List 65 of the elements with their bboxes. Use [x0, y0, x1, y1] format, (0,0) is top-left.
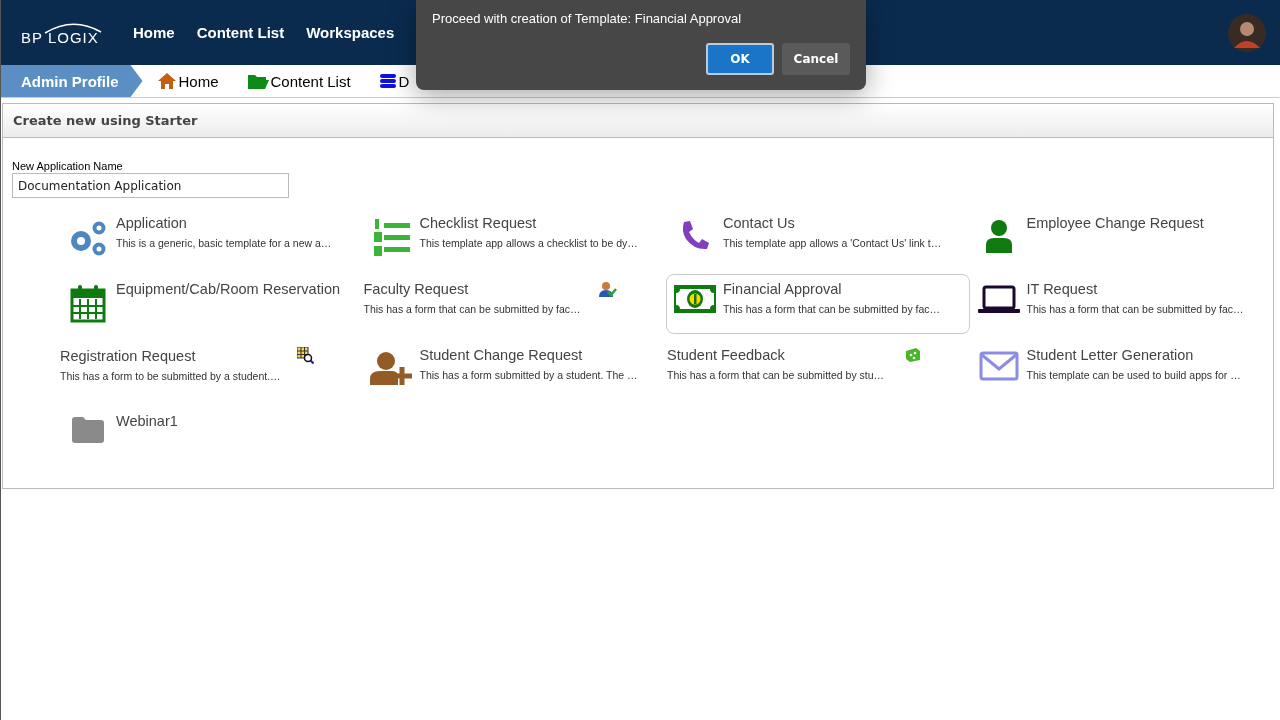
- nav-link[interactable]: Home: [133, 24, 175, 41]
- breadcrumb-link[interactable]: D: [378, 72, 410, 90]
- template-title: Contact Us: [723, 215, 795, 231]
- template-description: This has a form to be submitted by a student.…: [60, 370, 282, 382]
- template-title: Checklist Request: [419, 215, 537, 231]
- nav-link[interactable]: Workspaces: [306, 24, 395, 41]
- template-description: This template can be used to build apps for …: [1026, 369, 1242, 381]
- template-card[interactable]: Webinar1: [59, 406, 363, 466]
- template-title: Application: [116, 215, 187, 231]
- template-description: This is a generic, basic template for a new a…: [116, 237, 333, 249]
- template-card[interactable]: Student Change Request This has a form submitted by a student. The …: [362, 340, 666, 400]
- template-title: Employee Change Request: [1026, 215, 1204, 231]
- template-card[interactable]: Financial Approval This has a form that can be submitted by fac…: [666, 274, 970, 334]
- avatar-icon[interactable]: [1228, 13, 1266, 52]
- template-description: This has a form that can be submitted by fac…: [1026, 303, 1245, 315]
- home-icon: [156, 72, 177, 90]
- numbered-list-icon: [371, 219, 412, 257]
- template-title: Faculty Request: [363, 281, 469, 297]
- template-card[interactable]: Student Letter Generation This template can be used to build apps for …: [969, 340, 1273, 400]
- template-card[interactable]: Student Feedback This has a form that can be submitted by stu…: [666, 340, 970, 400]
- nav-link[interactable]: Content List: [196, 24, 285, 41]
- database-icon: [378, 72, 397, 90]
- template-card[interactable]: Application This is a generic, basic template for a new a…: [59, 208, 363, 268]
- calendar-icon: [70, 285, 106, 323]
- template-card[interactable]: Registration Request This has a form to be submitted by a student.…: [59, 340, 363, 400]
- template-description: This template app allows a checklist to be dy…: [419, 237, 639, 249]
- name-field[interactable]: Documentation Application: [12, 173, 289, 198]
- template-description: This template app allows a 'Contact Us' link t…: [723, 237, 943, 249]
- template-title: IT Request: [1026, 281, 1098, 297]
- template-card[interactable]: Equipment/Cab/Room Reservation: [59, 274, 363, 334]
- template-title: Student Change Request: [419, 347, 583, 363]
- folder-icon: [246, 72, 269, 90]
- envelope-icon: [978, 351, 1019, 381]
- user-check-icon: [599, 281, 617, 297]
- template-card[interactable]: IT Request This has a form that can be submitted by fac…: [969, 274, 1273, 334]
- banknote-icon: [674, 285, 716, 313]
- dialog-message: Proceed with creation of Template: Financial Approval: [432, 11, 743, 26]
- template-description: This has a form submitted by a student. The …: [419, 369, 639, 381]
- template-title: Registration Request: [60, 347, 196, 364]
- field-label: New Application Name: [12, 160, 124, 172]
- template-title: Webinar1: [116, 413, 178, 429]
- panel-title: Create new using Starter: [13, 113, 198, 128]
- phone-icon: [680, 219, 710, 251]
- breadcrumb-link[interactable]: Content List: [246, 72, 351, 90]
- template-card[interactable]: Contact Us This template app allows a 'Contact Us' link t…: [666, 208, 970, 268]
- template-description: This has a form that can be submitted by fac…: [363, 303, 582, 315]
- template-card[interactable]: Checklist Request This template app allows a checklist to be dy…: [362, 208, 666, 268]
- ok-button[interactable]: OK: [706, 43, 774, 75]
- template-description: This has a form that can be submitted by stu…: [667, 369, 886, 381]
- folder-icon: [72, 417, 104, 443]
- add-person-icon: [369, 351, 414, 385]
- cancel-button[interactable]: Cancel: [782, 43, 850, 75]
- cube-icon: [904, 347, 921, 363]
- person-icon: [984, 219, 1013, 253]
- template-title: Financial Approval: [723, 281, 842, 297]
- template-title: Student Feedback: [667, 347, 785, 363]
- logo[interactable]: BP LOGIX: [21, 19, 133, 46]
- breadcrumb-link[interactable]: Home: [156, 72, 219, 90]
- template-card[interactable]: Faculty Request This has a form that can be submitted by fac…: [362, 274, 666, 334]
- template-title: Equipment/Cab/Room Reservation: [116, 281, 341, 297]
- grid-search-icon: [296, 347, 314, 364]
- template-description: This has a form that can be submitted by fac…: [723, 303, 942, 315]
- template-title: Student Letter Generation: [1026, 347, 1194, 363]
- template-card[interactable]: Employee Change Request: [969, 208, 1273, 268]
- laptop-icon: [977, 285, 1020, 315]
